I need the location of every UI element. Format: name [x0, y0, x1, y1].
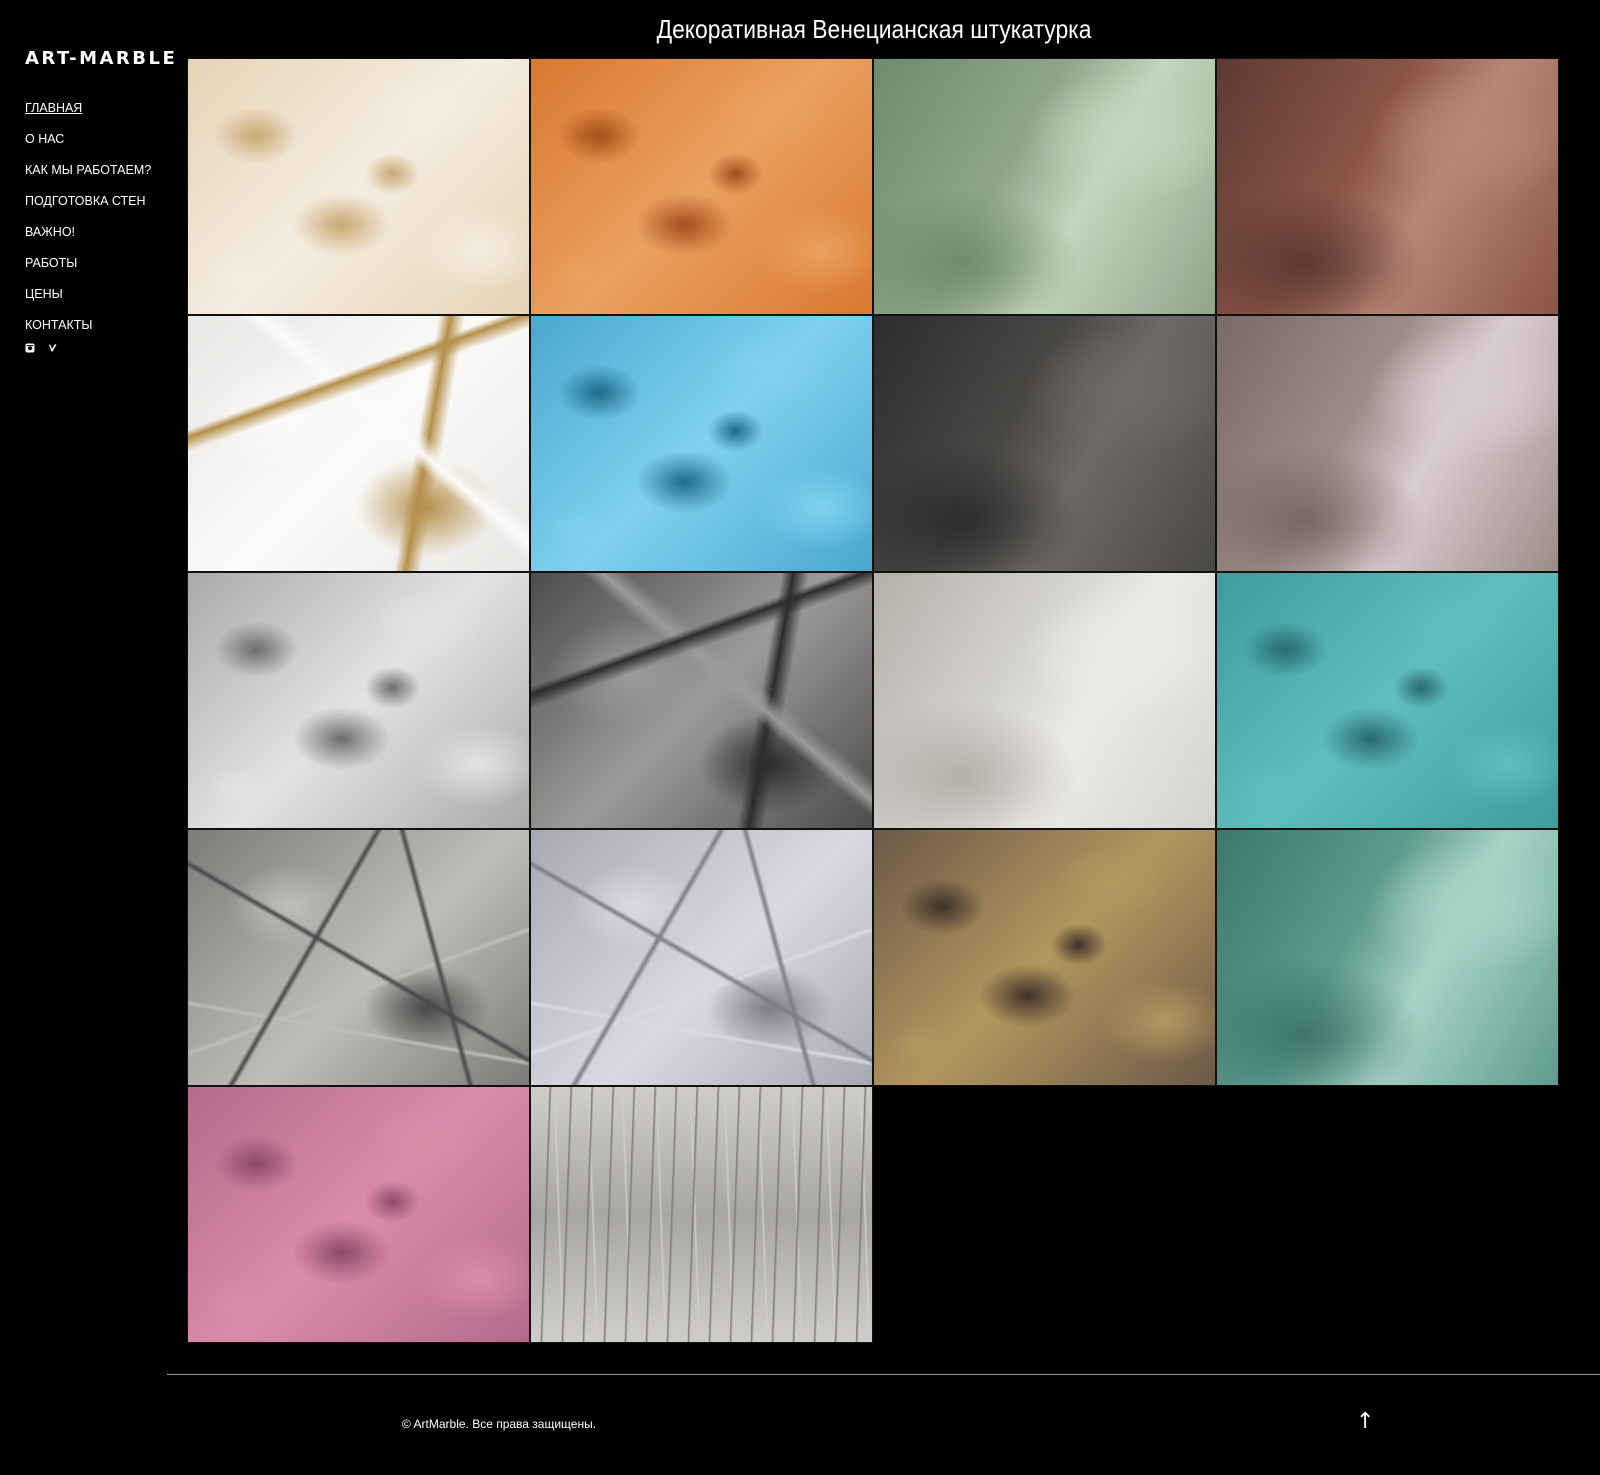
texture-tile-silver-grey-plaster[interactable] — [187, 572, 530, 829]
texture-tile-onyx-marble[interactable] — [187, 315, 530, 572]
texture-image — [874, 316, 1215, 571]
instagram-icon[interactable] — [25, 343, 35, 353]
sidebar: ART-MARBLE ГЛАВНАЯ О НАС КАК МЫ РАБОТАЕМ… — [25, 48, 175, 353]
nav-link-contacts[interactable]: КОНТАКТЫ — [25, 318, 92, 332]
texture-tile-orange-plaster[interactable] — [530, 58, 873, 315]
texture-image — [188, 830, 529, 1085]
texture-tile-crackle-plaster[interactable] — [530, 829, 873, 1086]
texture-image — [874, 830, 1215, 1085]
texture-tile-graphite-plaster[interactable] — [873, 315, 1216, 572]
site-logo[interactable]: ART-MARBLE — [25, 48, 175, 69]
texture-image — [188, 59, 529, 314]
texture-tile-mint-plaster[interactable] — [1216, 829, 1559, 1086]
nav-item-works: РАБОТЫ — [25, 254, 165, 285]
texture-tile-grey-travertine-plaster[interactable] — [530, 1086, 873, 1343]
texture-image — [188, 316, 529, 571]
texture-tile-light-grey-plaster[interactable] — [873, 572, 1216, 829]
texture-tile-beige-plaster[interactable] — [187, 58, 530, 315]
texture-tile-sage-green-plaster[interactable] — [873, 58, 1216, 315]
nav-item-wall-prep: ПОДГОТОВКА СТЕН — [25, 192, 165, 223]
texture-image — [1217, 830, 1558, 1085]
texture-image — [188, 573, 529, 828]
nav-item-prices: ЦЕНЫ — [25, 285, 165, 316]
texture-image — [531, 1087, 872, 1342]
nav-link-how-we-work[interactable]: КАК МЫ РАБОТАЕМ? — [25, 163, 151, 177]
nav-item-important: ВАЖНО! — [25, 223, 165, 254]
texture-tile-mauve-gloss-plaster[interactable] — [1216, 315, 1559, 572]
texture-image — [531, 830, 872, 1085]
page: ART-MARBLE ГЛАВНАЯ О НАС КАК МЫ РАБОТАЕМ… — [0, 0, 1600, 1475]
texture-tile-blue-plaster[interactable] — [530, 315, 873, 572]
texture-image — [531, 316, 872, 571]
texture-image — [188, 1087, 529, 1342]
texture-image — [531, 573, 872, 828]
footer-divider — [167, 1374, 1600, 1375]
vimeo-icon[interactable] — [47, 343, 57, 353]
texture-image — [1217, 316, 1558, 571]
nav-link-wall-prep[interactable]: ПОДГОТОВКА СТЕН — [25, 194, 146, 208]
texture-tile-grey-relief-plaster[interactable] — [187, 829, 530, 1086]
main-nav: ГЛАВНАЯ О НАС КАК МЫ РАБОТАЕМ? ПОДГОТОВК… — [25, 99, 165, 347]
nav-item-home: ГЛАВНАЯ — [25, 99, 165, 130]
texture-gallery — [187, 58, 1559, 1343]
texture-tile-teal-plaster[interactable] — [1216, 572, 1559, 829]
texture-image — [874, 573, 1215, 828]
copyright-text: © ArtMarble. Все права защищены. — [402, 1417, 597, 1431]
nav-link-important[interactable]: ВАЖНО! — [25, 225, 75, 239]
page-title: Декоративная Венецианская штукатурка — [656, 14, 1092, 44]
texture-tile-rusty-stone-plaster[interactable] — [873, 829, 1216, 1086]
nav-link-prices[interactable]: ЦЕНЫ — [25, 287, 63, 301]
nav-item-how-we-work: КАК МЫ РАБОТАЕМ? — [25, 161, 165, 192]
texture-tile-dark-marble[interactable] — [530, 572, 873, 829]
scroll-to-top-arrow-icon[interactable]: ↑ — [1356, 1411, 1374, 1433]
texture-image — [1217, 59, 1558, 314]
nav-link-works[interactable]: РАБОТЫ — [25, 256, 77, 270]
texture-tile-pink-plaster[interactable] — [187, 1086, 530, 1343]
nav-item-about: О НАС — [25, 130, 165, 161]
nav-link-home[interactable]: ГЛАВНАЯ — [25, 101, 82, 115]
texture-image — [1217, 573, 1558, 828]
nav-link-about[interactable]: О НАС — [25, 132, 64, 146]
texture-tile-copper-brown-plaster[interactable] — [1216, 58, 1559, 315]
texture-image — [874, 59, 1215, 314]
texture-image — [531, 59, 872, 314]
social-links — [25, 343, 165, 353]
